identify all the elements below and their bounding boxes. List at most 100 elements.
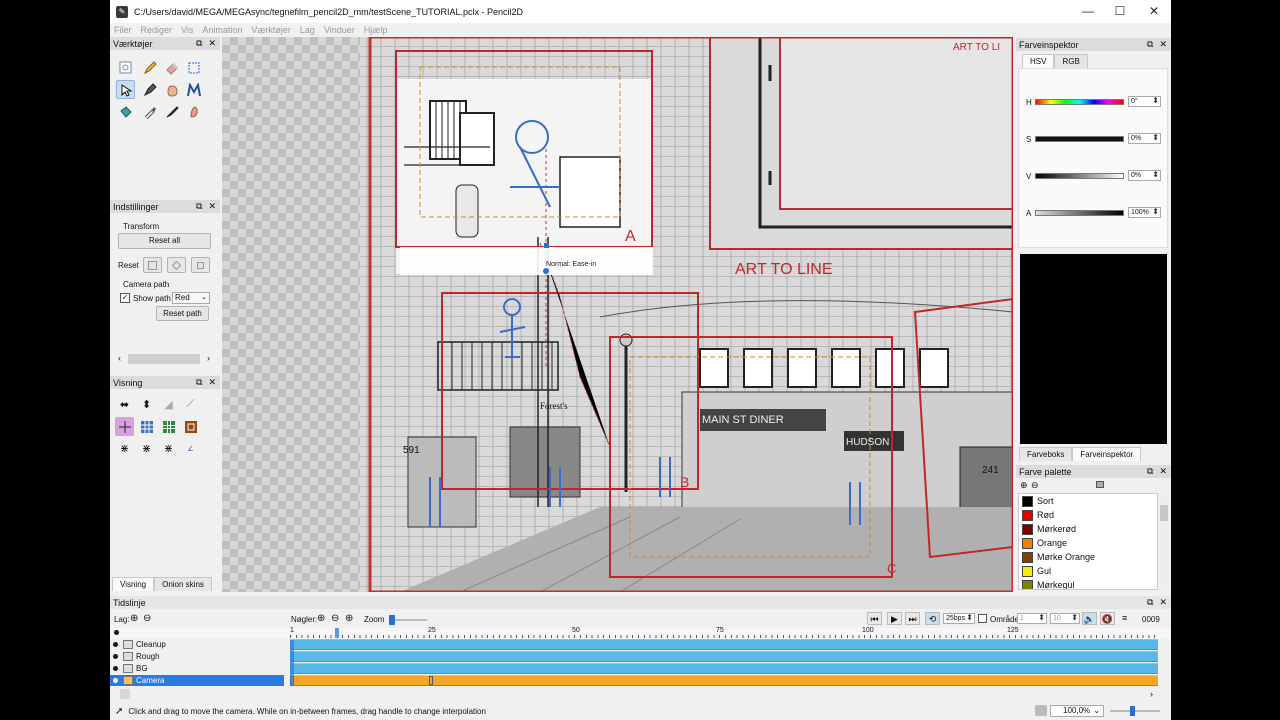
palette-remove-icon[interactable]: ⊖ — [1031, 480, 1039, 491]
value-slider[interactable] — [1035, 173, 1124, 179]
add-layer-icon[interactable]: ⊕ — [130, 613, 138, 624]
tab-onion-skins[interactable]: Onion skins — [154, 577, 212, 591]
palette-item-orange[interactable]: Orange — [1022, 536, 1067, 550]
float-icon[interactable]: ⧉ — [196, 377, 202, 388]
remove-layer-icon[interactable]: ⊖ — [143, 613, 151, 624]
visibility-all-icon[interactable] — [114, 630, 119, 635]
overlay-center-icon[interactable] — [115, 417, 134, 436]
palette-add-icon[interactable]: ⊕ — [1020, 480, 1028, 491]
tab-farveinspektor[interactable]: Farveinspektor — [1072, 447, 1142, 461]
pencil-tool-icon[interactable] — [140, 58, 159, 77]
move-tool-icon[interactable] — [116, 80, 135, 99]
menu-animation[interactable]: Animation — [202, 25, 242, 35]
layer-row-bg[interactable]: BG — [110, 663, 284, 674]
bucket-tool-icon[interactable] — [116, 102, 135, 121]
palette-view-icon[interactable] — [1096, 481, 1104, 488]
close-icon[interactable]: ✕ — [208, 377, 216, 388]
camera-keyframe[interactable] — [429, 676, 433, 685]
duplicate-key-icon[interactable]: ⊕ — [345, 613, 353, 624]
settings-scrollbar[interactable]: ‹ › — [115, 352, 210, 366]
path-color-select[interactable]: Red ⌄ — [172, 292, 210, 304]
range-checkbox[interactable] — [978, 614, 987, 623]
jump-start-icon[interactable]: ⏮ — [867, 612, 882, 625]
layer-track-bg[interactable] — [290, 663, 1158, 674]
reset-all-button[interactable]: Reset all — [118, 233, 211, 249]
playhead[interactable] — [335, 628, 339, 638]
float-icon[interactable]: ⧉ — [196, 38, 202, 49]
layer-row-rough[interactable]: Rough — [110, 651, 284, 662]
scroll-right-icon[interactable]: › — [1150, 689, 1153, 699]
show-path-checkbox[interactable]: ✓ — [120, 293, 130, 303]
float-icon[interactable]: ⧉ — [196, 201, 202, 212]
range-end-spinbox[interactable]: 10 — [1050, 613, 1080, 624]
select-tool-icon[interactable] — [184, 58, 203, 77]
layer-row-cleanup[interactable]: Cleanup — [110, 639, 284, 650]
tab-farveboks[interactable]: Farveboks — [1019, 447, 1073, 461]
hand-tool-icon[interactable] — [162, 80, 181, 99]
menu-windows[interactable]: Vinduer — [324, 25, 355, 35]
drawing-canvas[interactable]: Normal: Ease-in ART TO LI ART TO LINE A … — [222, 37, 1013, 592]
menu-tools[interactable]: Værktøjer — [251, 25, 291, 35]
reset-position-button[interactable] — [143, 257, 162, 273]
menu-file[interactable]: Filer — [114, 25, 132, 35]
grayscale-icon[interactable]: ◢ — [159, 395, 178, 414]
menu-layer[interactable]: Lag — [300, 25, 315, 35]
zoom-slider[interactable] — [389, 615, 427, 625]
eyedropper-tool-icon[interactable] — [140, 102, 159, 121]
mute-icon[interactable]: 🔇 — [1100, 612, 1115, 625]
close-icon[interactable]: ✕ — [208, 38, 216, 49]
visibility-icon[interactable] — [113, 666, 118, 671]
loop-icon[interactable]: ⟲ — [925, 612, 940, 625]
hue-spinbox[interactable]: 0° — [1128, 96, 1161, 107]
perspective-2-icon[interactable]: ⋇ — [137, 439, 156, 458]
saturation-slider[interactable] — [1035, 136, 1124, 142]
tab-visning[interactable]: Visning — [112, 577, 155, 591]
close-icon[interactable]: ✕ — [1159, 39, 1167, 50]
overlay-golden-icon[interactable] — [159, 417, 178, 436]
fps-spinbox[interactable]: 25bps — [943, 613, 975, 624]
clear-tool-icon[interactable] — [116, 58, 135, 77]
menu-view[interactable]: Vis — [181, 25, 193, 35]
angle-icon[interactable]: ∠ — [181, 439, 200, 458]
range-start-spinbox[interactable]: 1 — [1017, 613, 1047, 624]
eraser-tool-icon[interactable] — [162, 58, 181, 77]
timeline-scroll-handle[interactable] — [120, 689, 130, 699]
overlay-thirds-icon[interactable] — [137, 417, 156, 436]
tab-rgb[interactable]: RGB — [1054, 54, 1088, 68]
maximize-button[interactable]: ☐ — [1103, 0, 1137, 23]
visibility-icon[interactable] — [113, 678, 118, 683]
layer-track-rough[interactable] — [290, 651, 1158, 662]
palette-item-gul[interactable]: Gul — [1022, 564, 1051, 578]
close-icon[interactable]: ✕ — [1159, 597, 1167, 608]
perspective-3-icon[interactable]: ⋇ — [159, 439, 178, 458]
timeline-menu-icon[interactable]: ≡ — [1122, 613, 1127, 623]
palette-item-morke-orange[interactable]: Mørke Orange — [1022, 550, 1095, 564]
flip-vertical-icon[interactable]: ⬍ — [137, 395, 156, 414]
perspective-1-icon[interactable]: ⋇ — [115, 439, 134, 458]
float-icon[interactable]: ⧉ — [1147, 466, 1153, 477]
visibility-icon[interactable] — [113, 654, 118, 659]
value-spinbox[interactable]: 0% — [1128, 170, 1161, 181]
menu-edit[interactable]: Rediger — [141, 25, 173, 35]
smudge-tool-icon[interactable] — [184, 102, 203, 121]
sound-icon[interactable]: 🔈 — [1082, 612, 1097, 625]
reset-rotation-button[interactable] — [167, 257, 186, 273]
close-button[interactable]: ✕ — [1137, 0, 1171, 23]
hue-slider[interactable] — [1035, 99, 1124, 105]
timeline-ruler[interactable]: 1 25 50 75 100 125 — [110, 627, 1171, 638]
palette-item-sort[interactable]: Sort — [1022, 494, 1054, 508]
layer-track-cleanup[interactable] — [290, 639, 1158, 650]
minimize-button[interactable]: — — [1071, 0, 1105, 23]
remove-key-icon[interactable]: ⊖ — [331, 613, 339, 624]
reset-path-button[interactable]: Reset path — [156, 306, 209, 321]
add-key-icon[interactable]: ⊕ — [317, 613, 325, 624]
palette-item-morkerod[interactable]: Mørkerød — [1022, 522, 1076, 536]
rotate-icon[interactable]: ⟋ — [181, 395, 200, 414]
menu-help[interactable]: Hjælp — [364, 25, 388, 35]
zoom-slider-status[interactable] — [1110, 706, 1160, 716]
overlay-safe-area-icon[interactable] — [181, 417, 200, 436]
alpha-spinbox[interactable]: 100% — [1128, 207, 1161, 218]
float-icon[interactable]: ⧉ — [1147, 39, 1153, 50]
close-icon[interactable]: ✕ — [1159, 466, 1167, 477]
zoom-select[interactable]: 100,0% ⌄ — [1050, 705, 1104, 717]
